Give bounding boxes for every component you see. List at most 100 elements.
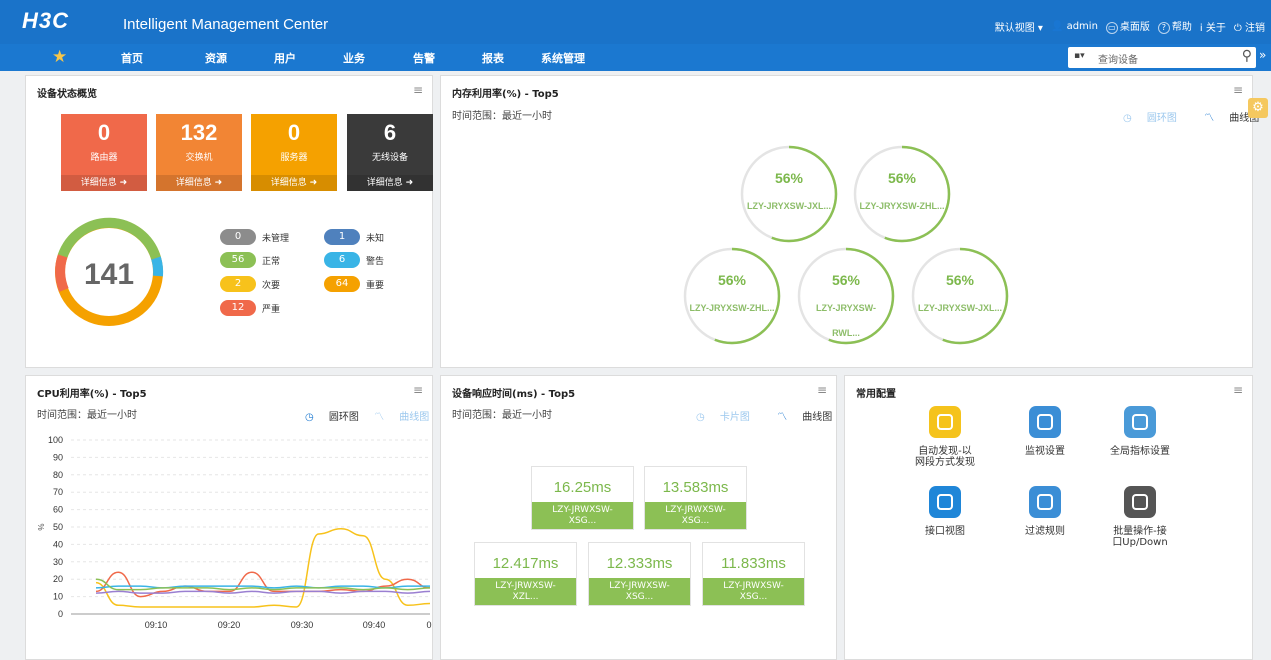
logout-link[interactable]: ⏻ 注销 <box>1234 19 1265 34</box>
cpu-line-chart[interactable]: 0 10 20 30 40 50 60 70 80 90 100% 09:10 09:20 09:30 09… <box>26 431 432 659</box>
panel-menu-icon[interactable]: ≡ <box>1233 83 1243 97</box>
details-label: 详细信息 <box>270 178 307 188</box>
router-tile[interactable]: 0 路由器 详细信息 ➜ <box>61 114 147 191</box>
config-global-metrics[interactable]: 全局指标设置 <box>1095 406 1185 457</box>
ring-view-button[interactable]: ◷ 圆环图 <box>1123 113 1177 124</box>
filter-rules-icon <box>1029 486 1061 518</box>
memory-gauge[interactable]: 56% LZY-JRYXSW-ZHL... <box>852 144 952 244</box>
y-tick-label: 60 <box>53 505 63 515</box>
memory-gauge[interactable]: 56% LZY-JRYXSW- RWL... <box>796 246 896 346</box>
response-card[interactable]: 13.583ms LZY-JRWXSW- XSG... <box>644 466 747 530</box>
memory-gauge[interactable]: 56% LZY-JRYXSW-JXL... <box>910 246 1010 346</box>
y-tick-label: 70 <box>53 487 63 497</box>
nav-users[interactable]: 用户 <box>274 50 296 66</box>
card-view-button[interactable]: ◷ 卡片图 <box>696 412 750 423</box>
legend-warning[interactable]: 6 警告 <box>324 252 384 268</box>
app-title: Intelligent Management Center <box>123 16 329 33</box>
gauge-ring <box>911 247 1009 345</box>
wireless-tile[interactable]: 6 无线设备 详细信息 ➜ <box>347 114 433 191</box>
arrow-right-icon: ➜ <box>405 178 414 188</box>
expand-nav-icon[interactable]: » <box>1259 48 1266 62</box>
nav-resources[interactable]: 资源 <box>205 50 227 66</box>
switch-tile[interactable]: 132 交换机 详细信息 ➜ <box>156 114 242 191</box>
response-card[interactable]: 12.417ms LZY-JRWXSW- XZL... <box>474 542 577 606</box>
config-interface-view[interactable]: 接口视图 <box>900 486 990 537</box>
config-batch-operation[interactable]: 批量操作-接 口Up/Down <box>1095 486 1185 548</box>
nav-reports[interactable]: 报表 <box>482 50 504 66</box>
panel-menu-icon[interactable]: ≡ <box>413 83 423 97</box>
panel-title: 常用配置 <box>856 389 896 400</box>
response-card[interactable]: 16.25ms LZY-JRWXSW- XSG... <box>531 466 634 530</box>
line-view-button[interactable]: 〽 曲线图 <box>374 412 429 423</box>
config-auto-discover[interactable]: 自动发现-以 网段方式发现 <box>900 406 990 468</box>
y-tick-label: 10 <box>53 592 63 602</box>
panel-menu-icon[interactable]: ≡ <box>1233 383 1243 397</box>
config-label: 自动发现-以 网段方式发现 <box>915 446 975 468</box>
config-filter-rules[interactable]: 过滤规则 <box>1000 486 1090 537</box>
gauge-device-name: LZY-JRYXSW- <box>816 303 876 313</box>
unmanaged-count: 0 <box>220 229 256 245</box>
nav-alarms[interactable]: 告警 <box>413 50 435 66</box>
panel-title: CPU利用率(%) - Top5 <box>37 389 147 400</box>
legend-normal[interactable]: 56 正常 <box>220 252 280 268</box>
memory-gauge[interactable]: 56% LZY-JRYXSW-JXL... <box>739 144 839 244</box>
ring-view-button[interactable]: ◷ 圆环图 <box>293 412 359 423</box>
config-monitor-settings[interactable]: 监视设置 <box>1000 406 1090 457</box>
default-view-dropdown[interactable]: 默认视图 ▾ <box>995 19 1043 34</box>
arrow-right-icon: ➜ <box>214 178 223 188</box>
server-label: 服务器 <box>280 153 308 163</box>
y-tick-label: 30 <box>53 557 63 567</box>
router-details-link[interactable]: 详细信息 ➜ <box>61 175 147 191</box>
unknown-label: 未知 <box>366 233 385 244</box>
memory-gauge[interactable]: 56% LZY-JRYXSW-ZHL... <box>682 246 782 346</box>
config-label: 接口视图 <box>925 526 965 537</box>
favorites-star-icon[interactable]: ★ <box>52 47 67 67</box>
user-menu[interactable]: 👤 admin <box>1051 21 1098 32</box>
switch-label: 交换机 <box>185 153 213 163</box>
auto-discover-icon <box>929 406 961 438</box>
server-count: 0 <box>287 120 301 145</box>
help-link[interactable]: ? 帮助 <box>1157 18 1192 34</box>
legend-minor[interactable]: 2 次要 <box>220 276 280 292</box>
time-range: 时间范围：最近一小时 <box>452 410 552 421</box>
y-tick-label: 20 <box>53 574 63 584</box>
view-switcher: ◷ 圆环图 〽 曲线图 <box>1111 109 1259 124</box>
device-search-box[interactable]: ▪▾ 查询设备 ⚲ <box>1068 47 1256 68</box>
legend-major[interactable]: 64 重要 <box>324 276 384 292</box>
legend-unknown[interactable]: 1 未知 <box>324 229 384 245</box>
nav-system[interactable]: 系统管理 <box>541 50 585 66</box>
search-scope-dropdown[interactable]: ▪▾ <box>1074 51 1085 61</box>
wireless-details-link[interactable]: 详细信息 ➜ <box>347 175 433 191</box>
arrow-right-icon: ➜ <box>119 178 128 188</box>
ring-view-label: 圆环图 <box>1146 113 1177 124</box>
time-range: 时间范围：最近一小时 <box>37 410 137 421</box>
common-config-panel: 常用配置 ≡ 自动发现-以 网段方式发现 监视设置 全局指标设置 接口视图 过滤规… <box>844 375 1253 660</box>
y-tick-label: 40 <box>53 539 63 549</box>
about-link[interactable]: ⅰ 关于 <box>1200 19 1226 34</box>
legend-critical[interactable]: 12 严重 <box>220 300 280 316</box>
response-card[interactable]: 11.833ms LZY-JRWXSW- XSG... <box>702 542 805 606</box>
settings-gear-icon[interactable]: ⚙ <box>1248 98 1268 118</box>
nav-service[interactable]: 业务 <box>343 50 365 66</box>
nav-home[interactable]: 首页 <box>121 50 143 66</box>
desktop-link[interactable]: ▭ 桌面版 <box>1105 18 1150 34</box>
legend-unmanaged[interactable]: 0 未管理 <box>220 229 289 245</box>
h3c-logo: H3C <box>22 8 70 33</box>
server-details-link[interactable]: 详细信息 ➜ <box>251 175 337 191</box>
device-status-donut[interactable]: 141 <box>44 216 174 328</box>
search-icon[interactable]: ⚲ <box>1242 48 1252 64</box>
unknown-count: 1 <box>324 229 360 245</box>
header-toolbar: 默认视图 ▾ 👤 admin ▭ 桌面版 ? 帮助 ⅰ 关于 ⏻ 注销 <box>995 18 1265 34</box>
response-card[interactable]: 12.333ms LZY-JRWXSW- XSG... <box>588 542 691 606</box>
panel-menu-icon[interactable]: ≡ <box>817 383 827 397</box>
default-view-label: 默认视图 <box>994 22 1035 34</box>
response-device-name: LZY-JRWXSW- XSG... <box>645 502 746 529</box>
panel-menu-icon[interactable]: ≡ <box>413 383 423 397</box>
major-count: 64 <box>324 276 360 292</box>
top-header: H3C Intelligent Management Center 默认视图 ▾… <box>0 0 1271 44</box>
minor-count: 2 <box>220 276 256 292</box>
line-view-button[interactable]: 〽 曲线图 <box>765 412 832 423</box>
search-input[interactable]: 查询设备 <box>1098 51 1138 66</box>
server-tile[interactable]: 0 服务器 详细信息 ➜ <box>251 114 337 191</box>
switch-details-link[interactable]: 详细信息 ➜ <box>156 175 242 191</box>
